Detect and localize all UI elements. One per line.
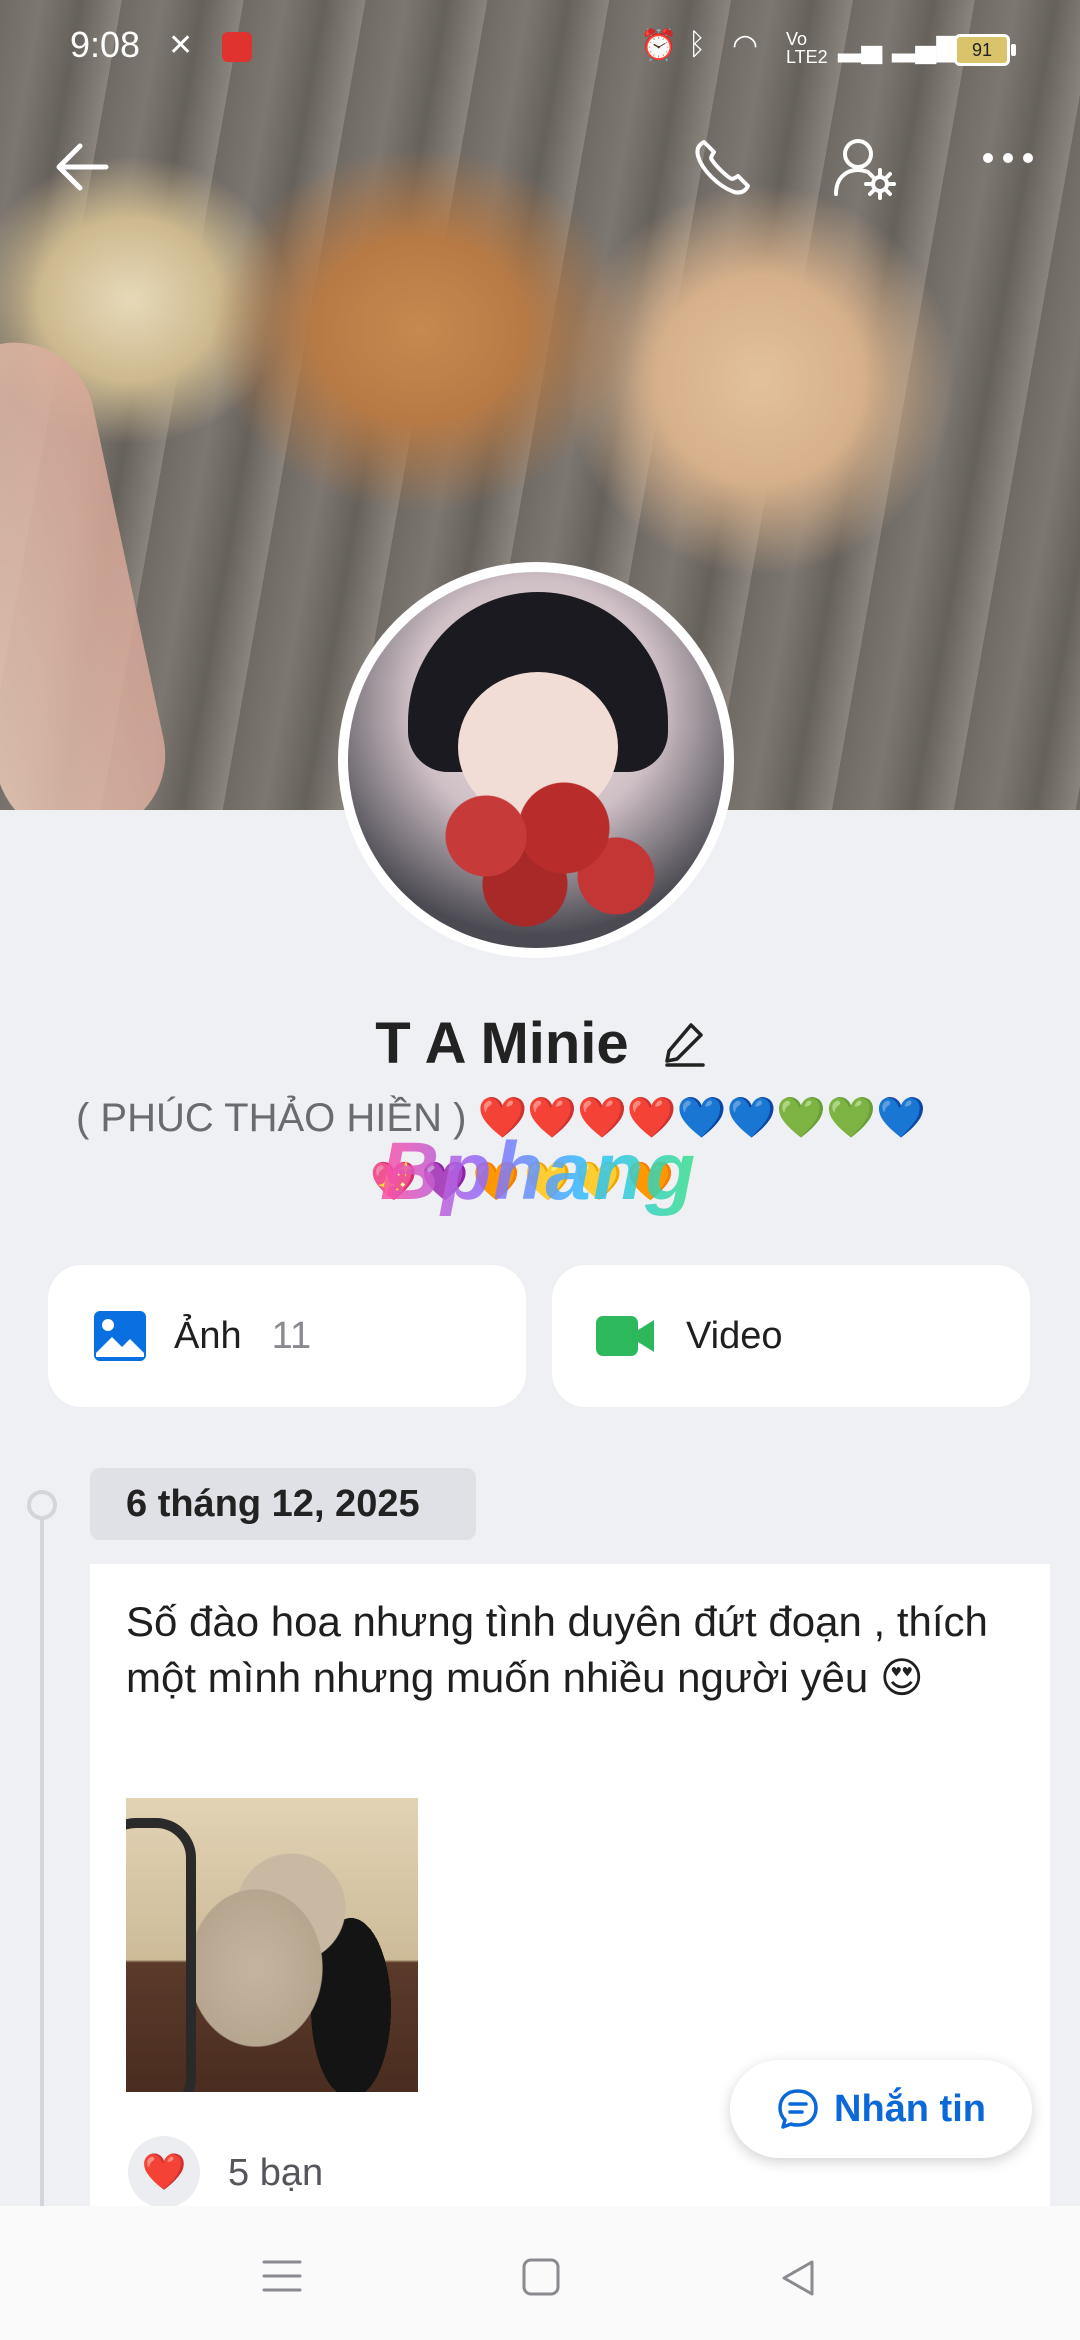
- nav-back-button[interactable]: [780, 2258, 816, 2303]
- system-nav-bar: [0, 2206, 1080, 2340]
- message-label: Nhắn tin: [834, 2087, 986, 2130]
- post-text: Số đào hoa nhưng tình duyên đứt đoạn , t…: [126, 1598, 988, 1701]
- phone-icon: [695, 140, 750, 195]
- app-notification-icon-2: [222, 32, 252, 62]
- heart-icon: ❤️: [141, 2151, 187, 2192]
- photos-count: 11: [271, 1314, 312, 1357]
- avatar[interactable]: [338, 562, 734, 958]
- signal-icon-1: ▂▄: [838, 29, 883, 62]
- image-icon: [94, 1311, 146, 1361]
- wifi-icon: ◠: [732, 29, 759, 62]
- back-triangle-icon: [782, 2260, 814, 2296]
- arrow-left-icon: [56, 143, 109, 191]
- reaction-button[interactable]: ❤️: [128, 2136, 200, 2208]
- more-horizontal-icon: [983, 153, 1033, 163]
- photos-card[interactable]: Ảnh 11: [48, 1265, 526, 1407]
- battery-icon: 91: [954, 34, 1016, 66]
- bluetooth-icon: ᛒ: [688, 28, 706, 61]
- pencil-icon: [665, 1023, 705, 1067]
- app-notification-icon: ✕: [168, 29, 194, 62]
- profile-name-row: T A Minie: [0, 1010, 1080, 1081]
- post-photo[interactable]: [126, 1798, 418, 2092]
- timeline-line: [40, 1512, 44, 2212]
- more-options-button[interactable]: [982, 150, 1034, 171]
- videos-label: Video: [686, 1314, 783, 1357]
- chat-bubble-icon: [778, 2089, 818, 2129]
- signal-icon-2: ▂▄▆: [892, 29, 960, 62]
- avatar-roses: [408, 772, 668, 932]
- profile-settings-button[interactable]: [832, 136, 898, 207]
- timeline-post[interactable]: Số đào hoa nhưng tình duyên đứt đoạn , t…: [90, 1564, 1050, 2304]
- cover-decoration: [0, 327, 181, 810]
- reaction-count[interactable]: 5 bạn: [228, 2152, 323, 2195]
- videos-card[interactable]: Video: [552, 1265, 1030, 1407]
- alarm-icon: ⏰: [640, 29, 678, 62]
- nav-home-button[interactable]: [522, 2258, 560, 2301]
- nav-recents-button[interactable]: [262, 2258, 302, 2299]
- watermark-text: Bphang: [380, 1126, 698, 1217]
- message-button[interactable]: Nhắn tin: [730, 2060, 1032, 2158]
- timeline-dot: [27, 1490, 57, 1520]
- status-bar: 9:08 ✕ ⏰ ᛒ ◠ Vo LTE2 ▂▄ ▂▄▆ 91: [0, 0, 1080, 96]
- edit-name-button[interactable]: [663, 1014, 705, 1081]
- user-settings-icon: [834, 139, 896, 200]
- status-time: 9:08: [70, 24, 141, 65]
- profile-name: T A Minie: [375, 1011, 629, 1076]
- call-button[interactable]: [690, 136, 754, 205]
- photos-label: Ảnh: [174, 1314, 242, 1357]
- volte-icon: Vo LTE2: [786, 29, 828, 67]
- timeline-date: 6 tháng 12, 2025: [90, 1468, 476, 1540]
- menu-icon: [262, 2260, 302, 2292]
- post-photo-detail: [126, 1818, 196, 2092]
- avatar-image: [348, 572, 724, 948]
- back-button[interactable]: [54, 142, 110, 197]
- home-square-icon: [522, 2258, 560, 2296]
- video-camera-icon: [596, 1316, 654, 1356]
